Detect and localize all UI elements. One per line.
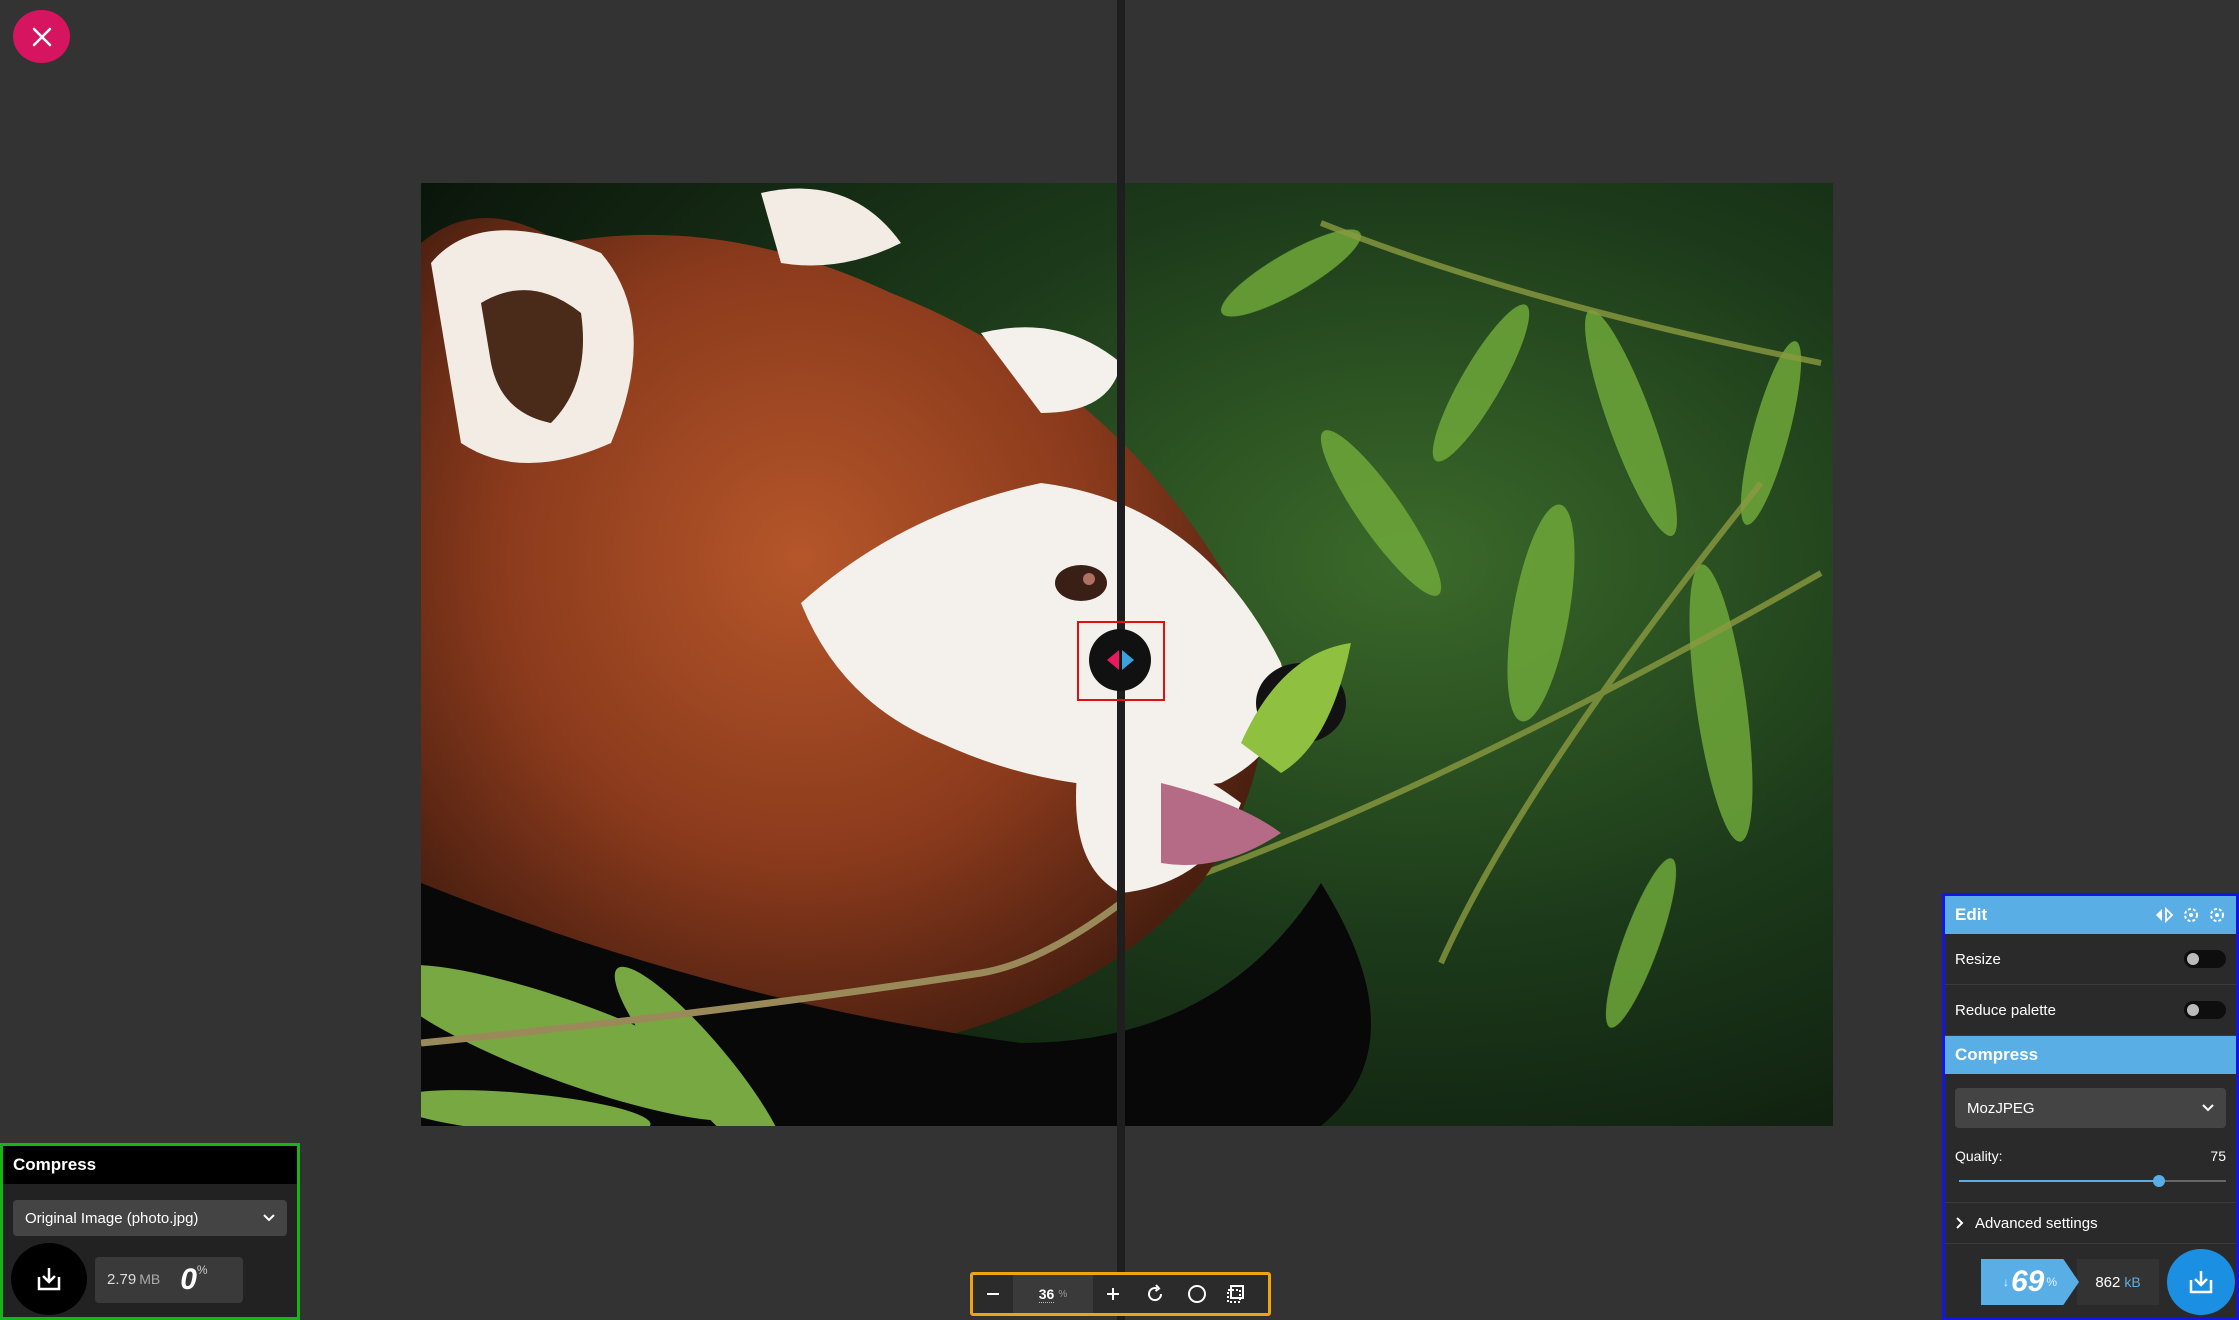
divider-handle[interactable]: [1089, 629, 1151, 691]
savings-symbol: %: [2046, 1275, 2058, 1289]
minus-icon: [987, 1293, 999, 1295]
right-size-value: 862: [2095, 1273, 2121, 1291]
split-view-icon: [1227, 1285, 1244, 1303]
left-panel-title: Compress: [3, 1146, 297, 1184]
copy-settings-icon[interactable]: [2182, 906, 2200, 924]
close-icon: [32, 27, 51, 46]
resize-label: Resize: [1955, 950, 2001, 968]
reduce-palette-option: Reduce palette: [1945, 985, 2236, 1036]
savings-value: 69: [2010, 1265, 2045, 1298]
compress-title: Compress: [1955, 1045, 2039, 1064]
arrow-right-icon: [1121, 650, 1134, 670]
right-results: 862 kB ↓ 69 %: [1945, 1249, 2236, 1317]
zoom-level-unit: %: [1058, 1288, 1068, 1300]
compress-header: Compress: [1945, 1036, 2236, 1074]
quality-value[interactable]: 75: [2210, 1148, 2226, 1164]
chevron-down-icon: [2202, 1104, 2214, 1112]
circle-icon: [1188, 1285, 1206, 1303]
reduce-palette-label: Reduce palette: [1955, 1001, 2056, 1019]
download-icon: [37, 1268, 61, 1291]
quality-label: Quality:: [1955, 1148, 2003, 1164]
zoom-level[interactable]: 36 %: [1013, 1275, 1093, 1313]
left-download-button[interactable]: [11, 1243, 87, 1315]
right-options-panel: Edit Resize Reduce palette Compress MozJ…: [1942, 893, 2239, 1320]
advanced-settings-label: Advanced settings: [1975, 1214, 2098, 1232]
edit-title: Edit: [1955, 905, 1988, 924]
quality-row: Quality: 75: [1945, 1148, 2236, 1164]
zoom-in-button[interactable]: [1093, 1275, 1133, 1313]
chevron-right-icon: [1956, 1217, 1964, 1229]
quality-slider[interactable]: [1959, 1175, 2226, 1187]
background-toggle-button[interactable]: [1177, 1275, 1217, 1313]
right-size-unit: kB: [2124, 1274, 2141, 1290]
savings-badge: ↓ 69 %: [1981, 1259, 2079, 1305]
close-button[interactable]: [13, 10, 70, 63]
left-percent-value: 0: [180, 1263, 197, 1296]
advanced-settings-toggle[interactable]: Advanced settings: [1945, 1202, 2236, 1244]
left-size-value: 2.79: [107, 1271, 137, 1288]
left-source-select-value: Original Image (photo.jpg): [25, 1209, 199, 1227]
left-source-select[interactable]: Original Image (photo.jpg): [13, 1200, 287, 1236]
edit-header: Edit: [1945, 896, 2236, 934]
codec-select-value: MozJPEG: [1967, 1099, 2035, 1117]
swap-sides-icon[interactable]: [2154, 907, 2174, 923]
left-size-stats: 2.79 MB 0%: [95, 1257, 243, 1303]
savings-arrow-icon: ↓: [2002, 1275, 2009, 1289]
right-download-button[interactable]: [2167, 1249, 2235, 1315]
zoom-toolbar: 36 %: [970, 1272, 1271, 1316]
image-stage[interactable]: [0, 0, 2239, 1320]
left-size-unit: MB: [139, 1271, 161, 1287]
settings-gear-icon[interactable]: [2208, 906, 2226, 924]
left-results: 2.79 MB 0%: [3, 1243, 297, 1317]
reduce-palette-toggle[interactable]: [2184, 1001, 2226, 1019]
left-percent-symbol: %: [196, 1263, 208, 1277]
quality-slider-thumb[interactable]: [2153, 1175, 2166, 1187]
quality-slider-fill: [1959, 1180, 2160, 1182]
right-size-stats: 862 kB: [2077, 1259, 2159, 1305]
resize-toggle[interactable]: [2184, 950, 2226, 968]
left-options-panel: Compress Original Image (photo.jpg) 2.79…: [0, 1143, 300, 1320]
plus-icon: [1107, 1288, 1119, 1300]
rotate-icon: [1148, 1284, 1163, 1302]
zoom-out-button[interactable]: [973, 1275, 1013, 1313]
codec-select[interactable]: MozJPEG: [1955, 1088, 2226, 1128]
chevron-down-icon: [263, 1214, 275, 1222]
resize-option: Resize: [1945, 934, 2236, 985]
rotate-button[interactable]: [1133, 1275, 1177, 1313]
arrow-left-icon: [1106, 650, 1119, 670]
zoom-level-value: 36: [1038, 1285, 1055, 1303]
download-icon: [2189, 1271, 2213, 1294]
side-by-side-button[interactable]: [1217, 1275, 1255, 1313]
